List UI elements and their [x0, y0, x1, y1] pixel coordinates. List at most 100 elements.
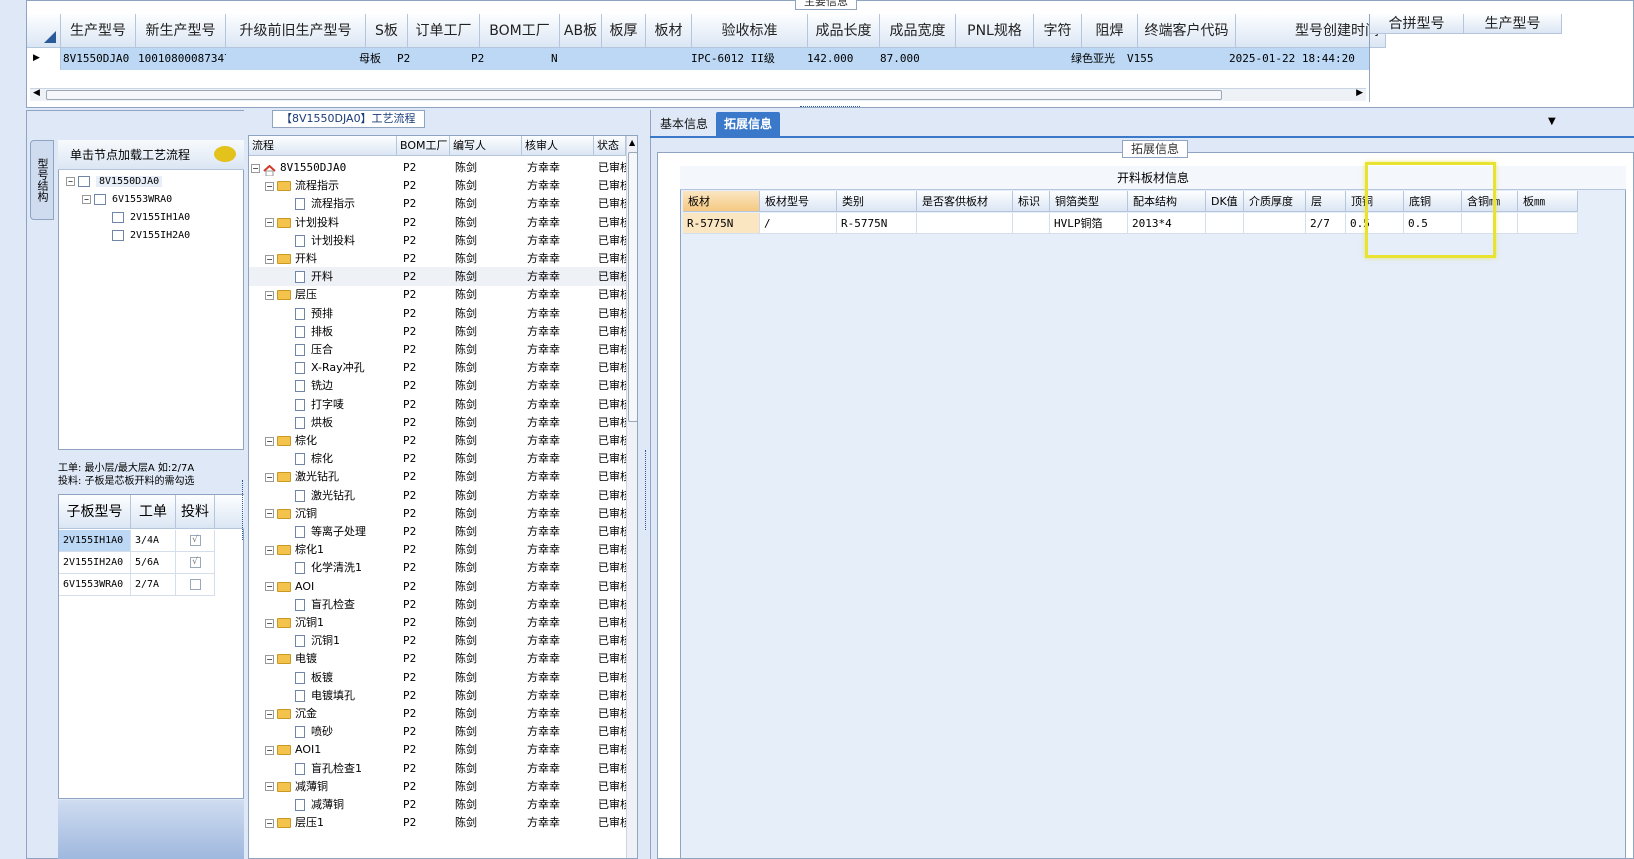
header-reviewer[interactable]: 核审人 [522, 136, 594, 156]
splitter-grip[interactable] [242, 480, 245, 540]
process-row[interactable]: 电镀填孔 P2 陈剑 方幸幸 已审核 [249, 686, 637, 705]
main-grid-hscrollbar[interactable]: ◀ ▶ [30, 88, 1366, 101]
material-cell-2[interactable]: R-5775N [837, 213, 917, 234]
process-row[interactable]: 等离子处理 P2 陈剑 方幸幸 已审核 [249, 522, 637, 541]
tab-basic-info[interactable]: 基本信息 [652, 112, 716, 136]
material-header-7[interactable]: DK值 [1206, 191, 1244, 212]
cell-order[interactable]: 5/6A [131, 552, 176, 574]
header-1[interactable]: 新生产型号 [136, 14, 226, 48]
process-row[interactable]: − AOI P2 陈剑 方幸幸 已审核 [249, 577, 637, 596]
header-process[interactable]: 流程 [249, 136, 397, 156]
process-row[interactable]: − 棕化1 P2 陈剑 方幸幸 已审核 [249, 540, 637, 559]
header-7[interactable]: 板厚 [602, 14, 646, 48]
process-row[interactable]: 减薄铜 P2 陈剑 方幸幸 已审核 [249, 795, 637, 814]
process-row[interactable]: − 激光钻孔 P2 陈剑 方幸幸 已审核 [249, 467, 637, 486]
material-header-9[interactable]: 层 [1306, 191, 1346, 212]
header-13[interactable]: 字符 [1034, 14, 1082, 48]
process-row[interactable]: − 沉铜 P2 陈剑 方幸幸 已审核 [249, 504, 637, 523]
process-row[interactable]: − 流程指示 P2 陈剑 方幸幸 已审核 [249, 176, 637, 195]
vscroll-thumb[interactable] [628, 152, 637, 422]
process-row[interactable]: 烘板 P2 陈剑 方幸幸 已审核 [249, 413, 637, 432]
process-row[interactable]: − 开料 P2 陈剑 方幸幸 已审核 [249, 249, 637, 268]
material-header-13[interactable]: 板㎜ [1518, 191, 1578, 212]
header-5[interactable]: BOM工厂 [480, 14, 560, 48]
material-header-4[interactable]: 标识 [1013, 191, 1050, 212]
material-header-0[interactable]: 板材 [683, 191, 760, 212]
collapse-icon[interactable]: − [265, 509, 274, 519]
collapse-icon[interactable]: − [82, 194, 91, 204]
process-vscrollbar[interactable]: ▲ [626, 136, 637, 858]
splitter-grip[interactable] [800, 106, 860, 109]
collapse-icon[interactable]: − [66, 176, 75, 186]
collapse-icon[interactable]: − [265, 436, 274, 446]
header-feed[interactable]: 投料 [176, 495, 215, 529]
cell-feed[interactable] [176, 574, 215, 596]
process-row[interactable]: 棕化 P2 陈剑 方幸幸 已审核 [249, 449, 637, 468]
grid-corner[interactable] [27, 14, 61, 48]
process-row[interactable]: − 层压 P2 陈剑 方幸幸 已审核 [249, 285, 637, 304]
tree-node-leaf[interactable]: 2V155IH1A0 [112, 210, 190, 226]
process-row[interactable]: 打字唛 P2 陈剑 方幸幸 已审核 [249, 395, 637, 414]
material-cell-13[interactable] [1518, 213, 1578, 234]
process-row[interactable]: 开料 P2 陈剑 方幸幸 已审核 [249, 267, 637, 287]
material-header-3[interactable]: 是否客供板材 [917, 191, 1013, 212]
collapse-icon[interactable]: − [265, 472, 274, 482]
process-row[interactable]: − 棕化 P2 陈剑 方幸幸 已审核 [249, 431, 637, 450]
material-header-2[interactable]: 类别 [837, 191, 917, 212]
feed-checkbox[interactable]: √ [189, 534, 201, 546]
process-row[interactable]: 流程指示 P2 陈剑 方幸幸 已审核 [249, 194, 637, 213]
header-14[interactable]: 阻焊 [1082, 14, 1138, 48]
material-cell-4[interactable] [1013, 213, 1050, 234]
tree-node-root[interactable]: − 8V1550DJA0 [66, 174, 163, 190]
header-15[interactable]: 终端客户代码 [1138, 14, 1236, 48]
scroll-left-icon[interactable]: ◀ [33, 88, 40, 98]
process-row[interactable]: − 减薄铜 P2 陈剑 方幸幸 已审核 [249, 777, 637, 796]
scroll-up-icon[interactable]: ▲ [629, 138, 635, 147]
material-cell-6[interactable]: 2013*4 [1128, 213, 1206, 234]
header-merged-model[interactable]: 合拼型号 [1370, 14, 1464, 34]
feed-checkbox[interactable] [189, 578, 201, 590]
main-grid-row[interactable]: 8V1550DJA0 10010800087347 母板 P2 P2 N IPC… [61, 48, 1369, 70]
tree-node-leaf[interactable]: 2V155IH2A0 [112, 228, 190, 244]
cell-feed[interactable]: √ [176, 530, 215, 552]
process-row[interactable]: − 沉铜1 P2 陈剑 方幸幸 已审核 [249, 613, 637, 632]
process-row[interactable]: − 8V1550DJA0 P2 陈剑 方幸幸 已审核 [249, 158, 637, 177]
row-indicator[interactable]: ▶ [27, 48, 61, 70]
process-row[interactable]: 化学清洗1 P2 陈剑 方幸幸 已审核 [249, 558, 637, 577]
header-16[interactable]: 型号创建时间 [1236, 14, 1386, 48]
header-sub-model[interactable]: 子板型号 [59, 495, 131, 529]
header-10[interactable]: 成品长度 [808, 14, 880, 48]
material-cell-1[interactable]: / [760, 213, 837, 234]
process-row[interactable]: 计划投料 P2 陈剑 方幸幸 已审核 [249, 231, 637, 250]
material-cell-5[interactable]: HVLP铜箔 [1050, 213, 1128, 234]
collapse-icon[interactable]: − [265, 782, 274, 792]
material-header-8[interactable]: 介质厚度 [1244, 191, 1306, 212]
cell-order[interactable]: 2/7A [131, 574, 176, 596]
header-bom-factory[interactable]: BOM工厂 [397, 136, 450, 156]
process-row[interactable]: 盲孔检查1 P2 陈剑 方幸幸 已审核 [249, 759, 637, 778]
collapse-icon[interactable]: − [265, 709, 274, 719]
process-row[interactable]: − 电镀 P2 陈剑 方幸幸 已审核 [249, 649, 637, 668]
collapse-icon[interactable]: − [265, 745, 274, 755]
process-row[interactable]: − 计划投料 P2 陈剑 方幸幸 已审核 [249, 213, 637, 232]
cell-order[interactable]: 3/4A [131, 530, 176, 552]
collapse-icon[interactable]: − [265, 654, 274, 664]
material-cell-3[interactable] [917, 213, 1013, 234]
collapse-icon[interactable]: − [265, 818, 274, 828]
collapse-icon[interactable]: − [265, 218, 274, 228]
process-row[interactable]: − 层压1 P2 陈剑 方幸幸 已审核 [249, 813, 637, 832]
process-row[interactable]: 盲孔检查 P2 陈剑 方幸幸 已审核 [249, 595, 637, 614]
collapse-icon[interactable]: − [265, 618, 274, 628]
process-row[interactable]: 喷砂 P2 陈剑 方幸幸 已审核 [249, 722, 637, 741]
header-12[interactable]: PNL规格 [956, 14, 1034, 48]
process-row[interactable]: 压合 P2 陈剑 方幸幸 已审核 [249, 340, 637, 359]
hscroll-thumb[interactable] [46, 90, 1222, 100]
feed-checkbox[interactable]: √ [189, 556, 201, 568]
header-8[interactable]: 板材 [646, 14, 692, 48]
collapse-icon[interactable]: − [265, 254, 274, 264]
process-row[interactable]: 沉铜1 P2 陈剑 方幸幸 已审核 [249, 631, 637, 650]
header-writer[interactable]: 编写人 [450, 136, 522, 156]
header-right-model[interactable]: 生产型号 [1464, 14, 1562, 34]
collapse-icon[interactable]: − [265, 545, 274, 555]
collapse-icon[interactable]: − [265, 290, 274, 300]
